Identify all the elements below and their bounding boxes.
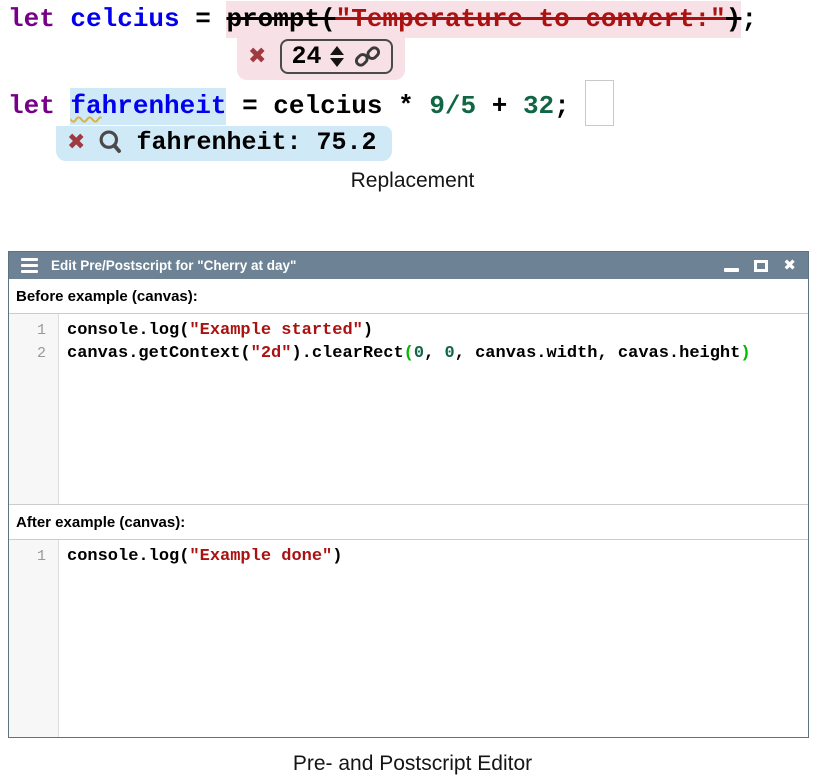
code-token: "Example done" xyxy=(189,547,332,566)
stepper-value[interactable]: 24 xyxy=(291,42,321,71)
line-number: 2 xyxy=(9,342,58,365)
code-token: ( xyxy=(404,344,414,363)
code-line[interactable]: 1console.log("Example done") xyxy=(9,545,808,568)
code-token: "Example started" xyxy=(189,321,362,340)
code-token: , xyxy=(424,344,444,363)
code-token: ).clearRect xyxy=(291,344,403,363)
code-token: 9/5 xyxy=(429,91,476,121)
code-token: ; xyxy=(554,91,570,121)
code-token: = celcius * xyxy=(226,91,429,121)
replacement-caption: Replacement xyxy=(0,169,825,193)
link-icon[interactable] xyxy=(353,45,382,68)
code-token: canvas.getContext( xyxy=(67,344,251,363)
code-token: let xyxy=(8,4,70,34)
code-token: console.log( xyxy=(67,321,189,340)
code-token: , canvas.width, cavas.height xyxy=(455,344,741,363)
minimize-icon[interactable] xyxy=(724,259,739,272)
code-token: ) xyxy=(363,321,373,340)
code-token: = xyxy=(180,4,227,34)
code-text: let fahrenheit = celcius * 9/5 + 32; xyxy=(8,88,570,125)
code-text: console.log("Example done") xyxy=(58,545,342,568)
code-token: hrenheit xyxy=(102,88,227,125)
probe-widget: ✖ fahrenheit: 75.2 xyxy=(56,126,392,161)
probe-value: fahrenheit: 75.2 xyxy=(136,128,376,157)
code-line[interactable]: 2 canvas.getContext("2d").clearRect(0, 0,… xyxy=(9,342,808,365)
replacement-slot-frame xyxy=(585,80,614,126)
editor-window: Edit Pre/Postscript for "Cherry at day" … xyxy=(8,251,809,738)
window-buttons: ✖ xyxy=(724,258,796,273)
quantity-stepper[interactable]: 24 xyxy=(280,39,393,74)
before-example-section: Before example (canvas): 1console.log("E… xyxy=(9,279,808,504)
stepper-up-icon[interactable] xyxy=(330,46,344,55)
stepper-down-icon[interactable] xyxy=(330,58,344,67)
window-caption: Pre- and Postscript Editor xyxy=(0,752,825,776)
before-example-editor[interactable]: 1console.log("Example started")2canvas.g… xyxy=(9,314,808,504)
line-number: 1 xyxy=(9,319,58,342)
hamburger-icon[interactable] xyxy=(21,258,38,273)
code-token: prompt( xyxy=(226,1,335,38)
code-line-celcius[interactable]: let celcius = prompt("Temperature to con… xyxy=(8,3,825,35)
after-example-editor[interactable]: 1console.log("Example done") xyxy=(9,540,808,737)
code-token: 32 xyxy=(523,91,554,121)
code-text: console.log("Example started") xyxy=(58,319,373,342)
code-token: "Temperature to convert:" xyxy=(336,1,726,38)
code-token: console.log( xyxy=(67,547,189,566)
code-token: 0 xyxy=(444,344,454,363)
window-title: Edit Pre/Postscript for "Cherry at day" xyxy=(51,258,724,273)
code-text: let celcius = prompt("Temperature to con… xyxy=(8,1,757,38)
search-icon[interactable] xyxy=(97,129,124,156)
after-example-section: After example (canvas): 1console.log("Ex… xyxy=(9,504,808,737)
code-token: ) xyxy=(740,344,750,363)
window-titlebar[interactable]: Edit Pre/Postscript for "Cherry at day" … xyxy=(9,252,808,279)
before-example-label: Before example (canvas): xyxy=(9,279,808,314)
delete-icon[interactable]: ✖ xyxy=(67,132,85,154)
line-number: 1 xyxy=(9,545,58,568)
replacement-demo: let celcius = prompt("Temperature to con… xyxy=(0,0,825,193)
code-token: "2d" xyxy=(251,344,292,363)
code-text: canvas.getContext("2d").clearRect(0, 0, … xyxy=(58,342,751,365)
code-token: let xyxy=(8,91,70,121)
code-token: celcius xyxy=(70,4,179,34)
code-token: fa xyxy=(70,88,101,125)
code-token: + xyxy=(476,91,523,121)
close-icon[interactable]: ✖ xyxy=(783,258,796,273)
code-line-fahrenheit[interactable]: let fahrenheit = celcius * 9/5 + 32; xyxy=(8,80,825,126)
code-token: 0 xyxy=(414,344,424,363)
after-example-label: After example (canvas): xyxy=(9,504,808,540)
maximize-icon[interactable] xyxy=(754,260,768,272)
delete-icon[interactable]: ✖ xyxy=(248,46,266,68)
code-token: ; xyxy=(741,4,757,34)
number-stepper-widget: ✖ 24 xyxy=(237,35,405,80)
code-line[interactable]: 1console.log("Example started") xyxy=(9,319,808,342)
stepper-arrows xyxy=(330,46,344,67)
code-token: ) xyxy=(332,547,342,566)
code-token: ) xyxy=(726,1,742,38)
